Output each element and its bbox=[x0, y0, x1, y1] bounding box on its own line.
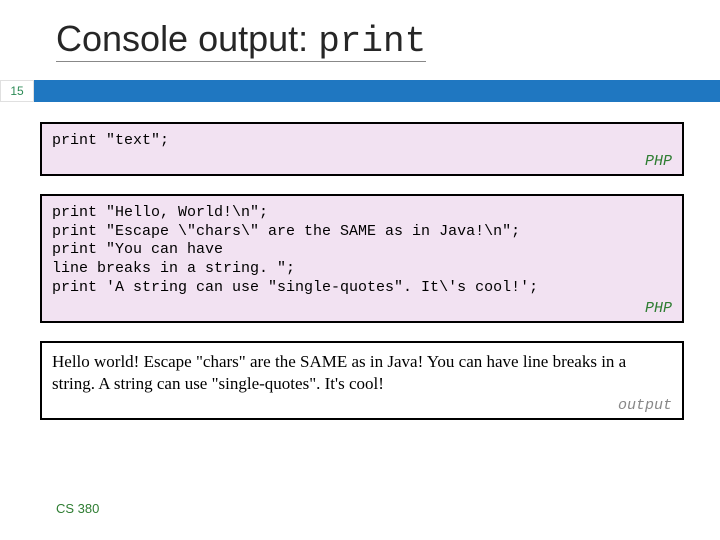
output-text: Hello world! Escape "chars" are the SAME… bbox=[52, 351, 672, 395]
code-syntax: print "text"; bbox=[52, 132, 672, 151]
output-label: output bbox=[52, 397, 672, 414]
title-area: Console output: print bbox=[0, 0, 720, 66]
code-box-example: print "Hello, World!\n"; print "Escape \… bbox=[40, 194, 684, 323]
accent-bar bbox=[34, 80, 720, 102]
lang-label-2: PHP bbox=[52, 300, 672, 317]
footer-course: CS 380 bbox=[56, 501, 99, 516]
title-text: Console output: bbox=[56, 18, 318, 59]
title-mono: print bbox=[318, 21, 426, 62]
rule-bar: 15 bbox=[0, 80, 720, 102]
lang-label-1: PHP bbox=[52, 153, 672, 170]
output-box: Hello world! Escape "chars" are the SAME… bbox=[40, 341, 684, 420]
content-area: print "text"; PHP print "Hello, World!\n… bbox=[0, 102, 720, 420]
code-box-syntax: print "text"; PHP bbox=[40, 122, 684, 176]
page-number-badge: 15 bbox=[0, 80, 34, 102]
slide-title: Console output: print bbox=[56, 18, 426, 62]
code-example: print "Hello, World!\n"; print "Escape \… bbox=[52, 204, 672, 298]
